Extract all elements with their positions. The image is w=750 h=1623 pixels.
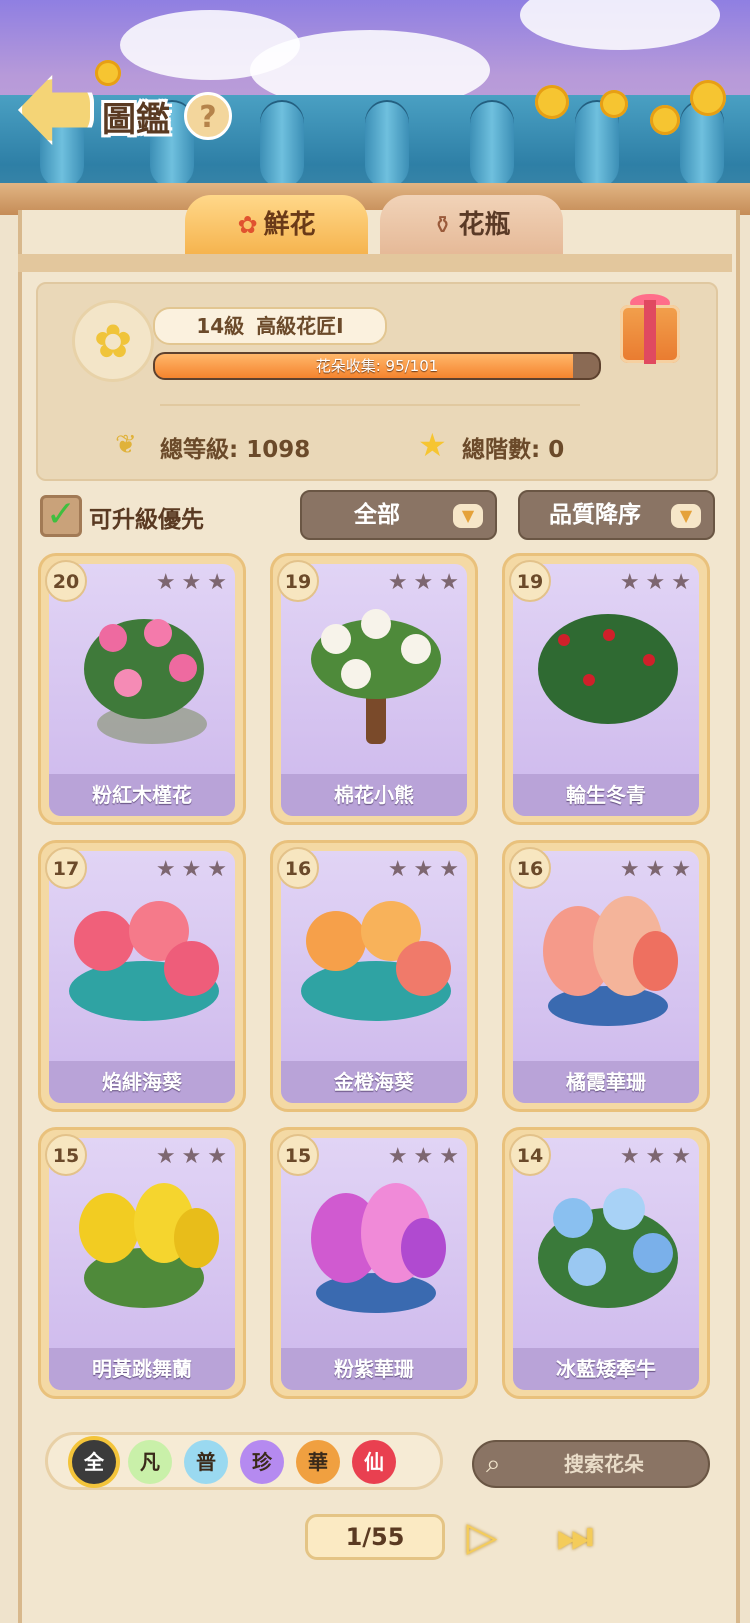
help-icon[interactable]: ?: [184, 92, 232, 140]
rarity-rare[interactable]: 珍: [240, 1440, 284, 1484]
card-stars: ★★★: [619, 570, 697, 595]
card-level-badge: 20: [45, 560, 87, 602]
card-level-badge: 19: [277, 560, 319, 602]
rarity-normal[interactable]: 普: [184, 1440, 228, 1484]
flower-card[interactable]: 16 ★★★ 金橙海葵: [270, 840, 478, 1112]
blossom-decoration: [600, 90, 628, 118]
rarity-immortal[interactable]: 仙: [352, 1440, 396, 1484]
upgrade-first-label: 可升級優先: [89, 507, 204, 533]
card-name: 焰緋海葵: [49, 1061, 235, 1103]
card-stars: ★★★: [155, 857, 233, 882]
level-pill: 14級 高級花匠Ⅰ: [153, 307, 387, 345]
total-level: 總等級: 1098: [160, 437, 311, 463]
flower-card[interactable]: 19 ★★★ 輪生冬青: [502, 553, 710, 825]
search-input[interactable]: ⌕ 搜索花朵: [472, 1440, 710, 1488]
card-stars: ★★★: [619, 1144, 697, 1169]
card-name: 明黃跳舞蘭: [49, 1348, 235, 1390]
card-stars: ★★★: [387, 857, 465, 882]
blossom-decoration: [95, 60, 121, 86]
category-dropdown[interactable]: 全部 ▼: [300, 490, 497, 540]
sprout-icon: ❦: [115, 430, 137, 460]
search-icon: ⌕: [486, 1449, 501, 1479]
card-name: 冰藍矮牽牛: [513, 1348, 699, 1390]
tab-flowers[interactable]: ✿ 鮮花: [185, 195, 368, 257]
page-indicator: 1/55: [305, 1514, 445, 1560]
blossom-decoration: [690, 80, 726, 116]
tab-vases[interactable]: ⚱ 花瓶: [380, 195, 563, 257]
upgrade-first-checkbox[interactable]: ✓: [40, 495, 82, 537]
blossom-decoration: [535, 85, 569, 119]
player-rank: 高級花匠Ⅰ: [256, 314, 344, 338]
card-name: 橘霞華珊: [513, 1061, 699, 1103]
card-stars: ★★★: [387, 570, 465, 595]
card-stars: ★★★: [155, 570, 233, 595]
card-name: 金橙海葵: [281, 1061, 467, 1103]
chevron-down-icon: ▼: [671, 504, 701, 528]
card-level-badge: 16: [509, 847, 551, 889]
card-name: 輪生冬青: [513, 774, 699, 816]
card-stars: ★★★: [387, 1144, 465, 1169]
flower-card[interactable]: 14 ★★★ 冰藍矮牽牛: [502, 1127, 710, 1399]
flower-card[interactable]: 15 ★★★ 明黃跳舞蘭: [38, 1127, 246, 1399]
last-page-icon[interactable]: ⏭: [548, 1512, 602, 1562]
card-level-badge: 14: [509, 1134, 551, 1176]
card-level-badge: 19: [509, 560, 551, 602]
chevron-down-icon: ▼: [453, 504, 483, 528]
flower-card[interactable]: 19 ★★★ 棉花小熊: [270, 553, 478, 825]
flower-card[interactable]: 17 ★★★ 焰緋海葵: [38, 840, 246, 1112]
flower-card[interactable]: 16 ★★★ 橘霞華珊: [502, 840, 710, 1112]
card-stars: ★★★: [155, 1144, 233, 1169]
card-stars: ★★★: [619, 857, 697, 882]
next-page-icon[interactable]: ▷: [455, 1512, 509, 1562]
star-icon: ★: [418, 426, 447, 464]
blossom-decoration: [650, 105, 680, 135]
rose-icon: ✿: [237, 211, 258, 239]
flower-badge-icon: ✿: [72, 300, 154, 382]
page-title: 圖鑑: [102, 100, 170, 140]
card-level-badge: 17: [45, 847, 87, 889]
flower-card[interactable]: 20 ★★★ 粉紅木槿花: [38, 553, 246, 825]
rarity-splendid[interactable]: 華: [296, 1440, 340, 1484]
card-name: 棉花小熊: [281, 774, 467, 816]
card-name: 粉紅木槿花: [49, 774, 235, 816]
card-level-badge: 15: [45, 1134, 87, 1176]
vase-icon: ⚱: [432, 211, 453, 239]
card-level-badge: 15: [277, 1134, 319, 1176]
flower-card[interactable]: 15 ★★★ 粉紫華珊: [270, 1127, 478, 1399]
sort-dropdown[interactable]: 品質降序 ▼: [518, 490, 715, 540]
rarity-all[interactable]: 全: [72, 1440, 116, 1484]
card-name: 粉紫華珊: [281, 1348, 467, 1390]
total-stars: 總階數: 0: [462, 437, 565, 463]
progress-label: 花朵收集: 95/101: [315, 357, 439, 375]
collection-progress-bar: 花朵收集: 95/101: [153, 352, 601, 380]
card-level-badge: 16: [277, 847, 319, 889]
rarity-common[interactable]: 凡: [128, 1440, 172, 1484]
player-level: 14級: [196, 314, 245, 338]
